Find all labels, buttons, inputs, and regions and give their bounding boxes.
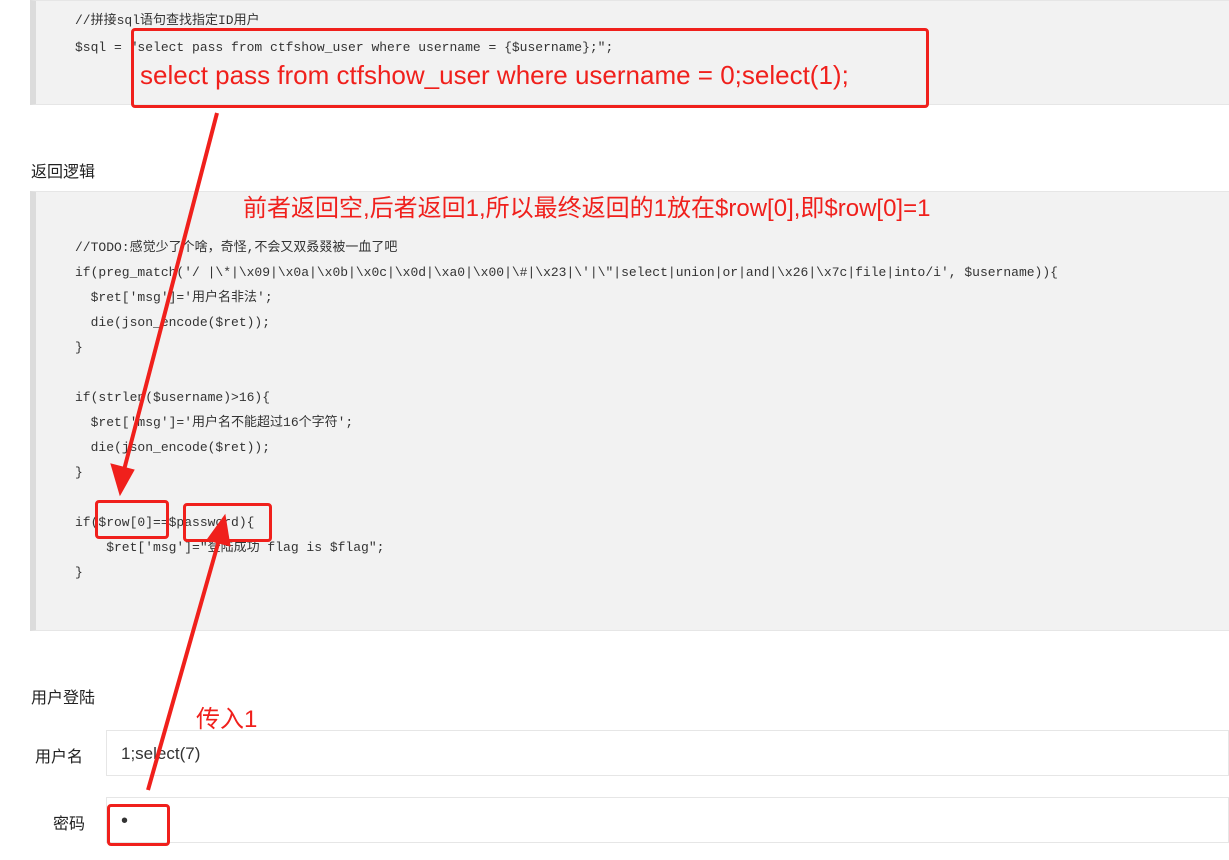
arrows-overlay: [110, 112, 231, 791]
arrowhead-icon: [206, 513, 231, 547]
arrow-to-row: [122, 112, 219, 471]
arrow-to-password: [146, 539, 221, 791]
arrowhead-icon: [110, 463, 135, 497]
